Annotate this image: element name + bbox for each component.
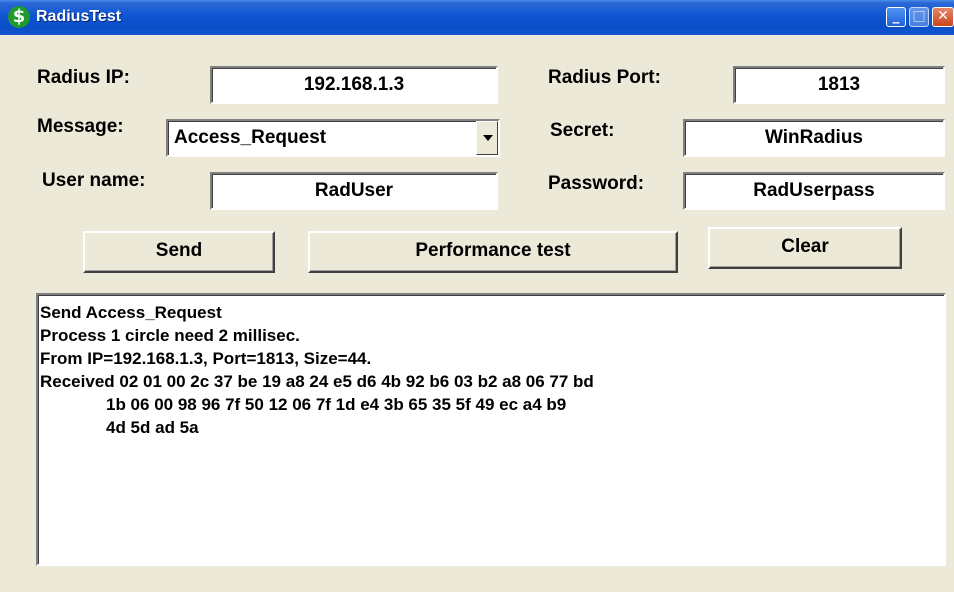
close-icon[interactable]: ✕ — [932, 7, 954, 27]
log-line: 1b 06 00 98 96 7f 50 12 06 7f 1d e4 3b 6… — [106, 395, 567, 414]
username-label: User name: — [42, 170, 146, 191]
radius-port-input[interactable]: 1813 — [733, 66, 945, 104]
username-input[interactable]: RadUser — [210, 172, 498, 210]
password-label: Password: — [548, 173, 645, 194]
secret-input[interactable]: WinRadius — [683, 119, 945, 157]
message-label: Message: — [37, 116, 124, 137]
log-line: Received 02 01 00 2c 37 be 19 a8 24 e5 d… — [40, 372, 594, 391]
maximize-icon[interactable]: □ — [909, 7, 929, 27]
radius-test-window: $ RadiusTest _ □ ✕ Radius IP: 192.168.1.… — [0, 0, 954, 592]
window-title: RadiusTest — [36, 8, 122, 25]
performance-test-button[interactable]: Performance test — [308, 231, 678, 273]
clear-button[interactable]: Clear — [708, 227, 902, 269]
radius-ip-input[interactable]: 192.168.1.3 — [210, 66, 498, 104]
radius-port-label: Radius Port: — [548, 67, 661, 88]
password-input[interactable]: RadUserpass — [683, 172, 945, 210]
dollar-icon: $ — [8, 6, 30, 28]
log-line: Process 1 circle need 2 millisec. — [40, 326, 300, 345]
secret-label: Secret: — [550, 120, 615, 141]
minimize-icon[interactable]: _ — [886, 7, 906, 27]
output-log[interactable]: Send Access_Request Process 1 circle nee… — [36, 293, 946, 566]
chevron-down-icon[interactable] — [476, 121, 498, 155]
message-select[interactable]: Access_Request — [166, 119, 500, 157]
send-button[interactable]: Send — [83, 231, 275, 273]
radius-ip-label: Radius IP: — [37, 67, 130, 88]
message-select-value: Access_Request — [174, 127, 327, 148]
log-line: From IP=192.168.1.3, Port=1813, Size=44. — [40, 349, 372, 368]
log-line: Send Access_Request — [40, 303, 222, 322]
title-bar[interactable]: $ RadiusTest _ □ ✕ — [0, 0, 954, 35]
log-line: 4d 5d ad 5a — [106, 418, 199, 437]
